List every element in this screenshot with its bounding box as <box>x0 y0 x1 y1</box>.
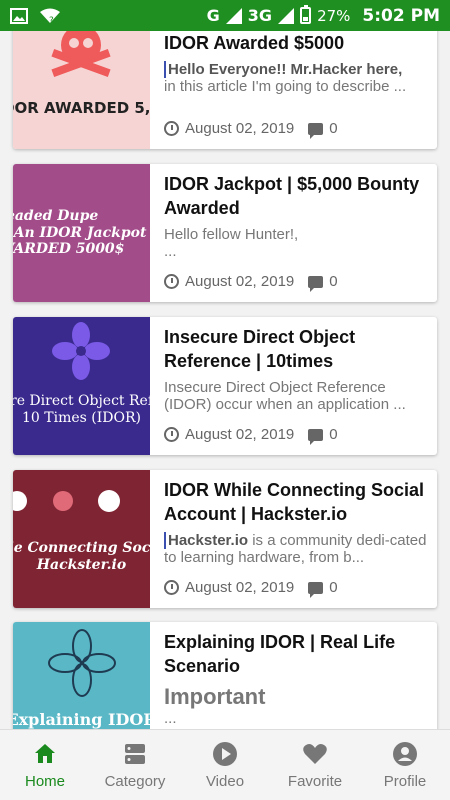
dots-decoration-icon <box>13 490 120 512</box>
thumbnail-text: re Direct Object Ref 10 Times (IDOR) <box>13 393 150 426</box>
comment-count: 0 <box>329 273 338 290</box>
battery-icon <box>300 5 312 24</box>
excerpt-bold: Hackster.io <box>168 532 249 549</box>
article-meta: August 02, 2019 0 <box>164 120 338 139</box>
article-excerpt: Important ... <box>164 684 427 727</box>
excerpt-text: ... <box>164 710 177 727</box>
battery-label: 27% <box>317 6 351 25</box>
article-card[interactable]: Explaining IDOR al Life Scenar Explainin… <box>13 622 437 729</box>
article-thumbnail[interactable]: Explaining IDOR al Life Scenar <box>13 622 150 729</box>
comment-icon <box>308 581 324 598</box>
article-content: Explaining IDOR | Real Life Scenario Imp… <box>150 622 437 729</box>
gallery-icon <box>10 7 28 24</box>
article-title[interactable]: Explaining IDOR | Real Life Scenario <box>164 630 427 678</box>
article-title[interactable]: IDOR Awarded $5000 <box>164 31 427 55</box>
video-icon <box>213 741 237 766</box>
category-icon <box>125 743 145 764</box>
thumbnail-text: Explaining IDOR al Life Scenar <box>13 709 150 729</box>
article-title[interactable]: IDOR While Connecting Social Account | H… <box>164 478 427 526</box>
article-content: IDOR While Connecting Social Account | H… <box>150 470 437 608</box>
nav-label-category: Category <box>104 772 166 790</box>
comment-count: 0 <box>329 426 338 443</box>
article-title[interactable]: Insecure Direct Object Reference | 10tim… <box>164 325 427 373</box>
thumbnail-text: hile Connecting Social Hackster.io <box>13 540 150 573</box>
home-icon <box>35 743 55 763</box>
excerpt-text: in this article I'm going to describe ..… <box>164 78 407 95</box>
comment-icon <box>308 122 324 139</box>
article-excerpt: Hello fellow Hunter!, ... <box>164 226 299 260</box>
article-content: Insecure Direct Object Reference | 10tim… <box>150 317 437 455</box>
article-excerpt: Hackster.io is a community dedi-cated to… <box>164 532 427 568</box>
article-card[interactable]: re Direct Object Ref 10 Times (IDOR) Ins… <box>13 317 437 455</box>
article-thumbnail[interactable]: re Direct Object Ref 10 Times (IDOR) <box>13 317 150 455</box>
article-card[interactable]: DOR AWARDED 5,0 IDOR Awarded $5000 Hello… <box>13 31 437 149</box>
nav-favorite[interactable]: Favorite <box>270 730 360 800</box>
status-bar: ? G 3G 27% 5:02 PM <box>0 0 450 31</box>
clock-icon <box>164 427 179 442</box>
article-meta: August 02, 2019 0 <box>164 579 338 598</box>
article-content: IDOR Jackpot | $5,000 Bounty Awarded Hel… <box>150 164 437 302</box>
nav-label-home: Home <box>24 772 65 790</box>
profile-icon <box>393 741 417 766</box>
nav-home[interactable]: Home <box>0 730 90 800</box>
article-meta: August 02, 2019 0 <box>164 273 338 292</box>
bottom-navigation: Home Category Video Favorite Profile <box>0 729 450 800</box>
article-thumbnail[interactable]: hile Connecting Social Hackster.io <box>13 470 150 608</box>
excerpt-heading: Important <box>164 684 266 709</box>
comment-icon <box>308 428 324 445</box>
article-content: IDOR Awarded $5000 Hello Everyone!! Mr.H… <box>150 31 437 149</box>
flower-icon <box>52 322 110 380</box>
article-meta: August 02, 2019 0 <box>164 426 338 445</box>
svg-text:?: ? <box>49 16 54 24</box>
thumbnail-text: DOR AWARDED 5,0 <box>13 99 150 117</box>
article-excerpt: Hello Everyone!! Mr.Hacker here, in this… <box>164 61 427 97</box>
heart-icon <box>303 743 327 764</box>
clock-icon <box>164 274 179 289</box>
network3g-label: 3G <box>247 6 273 25</box>
excerpt-bold: Hello Everyone!! Mr.Hacker here, <box>168 61 403 78</box>
article-thumbnail[interactable]: DOR AWARDED 5,0 <box>13 31 150 149</box>
comment-count: 0 <box>329 579 338 596</box>
article-card[interactable]: hile Connecting Social Hackster.io IDOR … <box>13 470 437 608</box>
skull-icon <box>51 31 111 78</box>
nav-category[interactable]: Category <box>90 730 180 800</box>
clock-icon <box>164 580 179 595</box>
nav-profile[interactable]: Profile <box>360 730 450 800</box>
wifi-icon: ? <box>40 8 60 24</box>
signal-icon <box>225 7 242 24</box>
nav-label-video: Video <box>205 772 245 790</box>
article-excerpt: Insecure Direct Object Reference (IDOR) … <box>164 379 406 413</box>
article-feed[interactable]: DOR AWARDED 5,0 IDOR Awarded $5000 Hello… <box>0 31 450 729</box>
nav-label-favorite: Favorite <box>287 772 343 790</box>
article-date: August 02, 2019 <box>185 273 295 290</box>
article-title[interactable]: IDOR Jackpot | $5,000 Bounty Awarded <box>164 172 427 220</box>
article-card[interactable]: readed Dupe n An IDOR Jackpot WARDED 500… <box>13 164 437 302</box>
article-date: August 02, 2019 <box>185 426 295 443</box>
nav-video[interactable]: Video <box>180 730 270 800</box>
comment-icon <box>308 275 324 292</box>
article-date: August 02, 2019 <box>185 579 295 596</box>
clock-icon <box>164 121 179 136</box>
network-label: G <box>206 6 220 25</box>
signal-icon <box>278 7 295 24</box>
nav-label-profile: Profile <box>383 772 427 790</box>
clock-time: 5:02 PM <box>362 5 440 26</box>
thumbnail-text: readed Dupe n An IDOR Jackpot WARDED 500… <box>13 207 147 258</box>
flower-outline-icon <box>48 629 116 697</box>
article-thumbnail[interactable]: readed Dupe n An IDOR Jackpot WARDED 500… <box>13 164 150 302</box>
article-date: August 02, 2019 <box>185 120 295 137</box>
comment-count: 0 <box>329 120 338 137</box>
